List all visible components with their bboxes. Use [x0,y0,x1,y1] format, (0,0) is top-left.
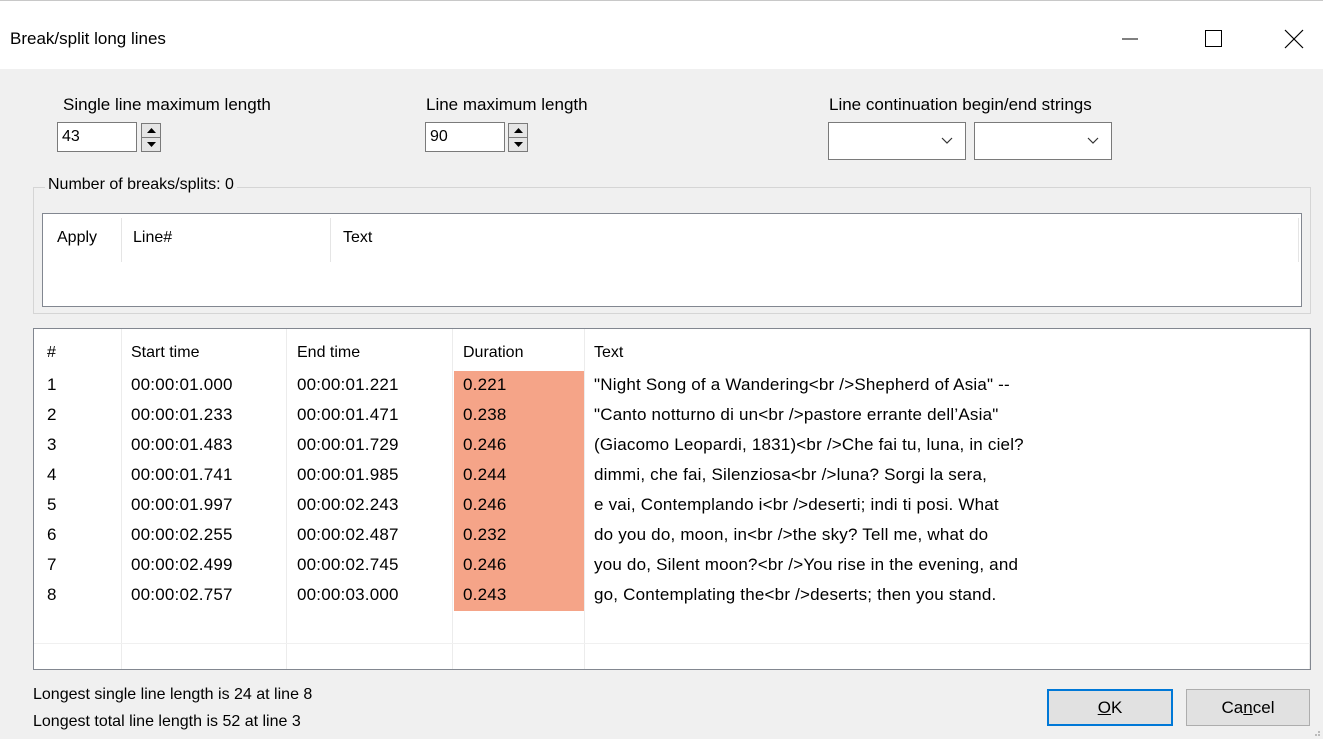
row-end-time: 00:00:02.243 [297,495,399,514]
row-number: 6 [47,525,57,544]
breaks-col-apply[interactable]: Apply [57,229,97,247]
window-title: Break/split long lines [10,29,166,48]
line-max-input[interactable]: 90 [425,122,505,152]
row-number: 8 [47,585,57,604]
row-end-time: 00:00:01.729 [297,435,399,454]
row-text: e vai, Contemplando i<br />deserti; indi… [594,495,999,514]
grid-col-number[interactable]: # [47,344,56,362]
longest-total-line-status: Longest total line length is 52 at line … [33,713,301,730]
table-row[interactable]: 3 00:00:01.483 00:00:01.729 0.246 (Giaco… [34,431,1310,461]
row-duration: 0.246 [463,555,507,574]
row-duration: 0.243 [463,585,507,604]
row-number: 3 [47,435,57,454]
ok-button[interactable]: OK [1047,689,1173,726]
table-row[interactable]: 8 00:00:02.757 00:00:03.000 0.243 go, Co… [34,581,1310,611]
column-divider [330,218,331,262]
row-start-time: 00:00:01.483 [131,435,233,454]
row-number: 5 [47,495,57,514]
row-text: "Night Song of a Wandering<br />Shepherd… [594,375,1010,394]
column-divider [1298,218,1299,262]
grid-col-end-time[interactable]: End time [297,344,360,362]
table-row[interactable]: 1 00:00:01.000 00:00:01.221 0.221 "Night… [34,371,1310,401]
row-end-time: 00:00:02.487 [297,525,399,544]
spin-up-icon[interactable] [142,124,160,137]
empty-row-divider [34,643,1310,644]
single-line-max-input[interactable]: 43 [57,122,137,152]
row-end-time: 00:00:02.745 [297,555,399,574]
single-line-max-spinner[interactable] [141,123,161,152]
close-button[interactable] [1271,19,1317,59]
resize-grip-icon[interactable] [1311,727,1321,737]
table-row[interactable]: 2 00:00:01.233 00:00:01.471 0.238 "Canto… [34,401,1310,431]
row-text: go, Contemplating the<br />deserts; then… [594,585,997,604]
row-text: you do, Silent moon?<br />You rise in th… [594,555,1019,574]
row-number: 1 [47,375,57,394]
continuation-end-select[interactable] [974,122,1112,160]
single-line-max-label: Single line maximum length [63,95,271,114]
row-duration: 0.246 [463,495,507,514]
grid-col-start-time[interactable]: Start time [131,344,199,362]
spin-down-icon[interactable] [142,137,160,151]
breaks-col-text[interactable]: Text [343,229,372,247]
chevron-down-icon [941,137,953,144]
row-end-time: 00:00:01.985 [297,465,399,484]
cancel-button[interactable]: Ca n cel [1186,689,1310,726]
line-max-label: Line maximum length [426,95,588,114]
grid-col-text[interactable]: Text [594,344,623,362]
column-divider [121,218,122,262]
row-start-time: 00:00:01.000 [131,375,233,394]
continuation-begin-select[interactable] [828,122,966,160]
minimize-icon [1122,38,1138,40]
row-end-time: 00:00:03.000 [297,585,399,604]
table-row[interactable]: 5 00:00:01.997 00:00:02.243 0.246 e vai,… [34,491,1310,521]
row-start-time: 00:00:01.741 [131,465,233,484]
row-duration: 0.221 [463,375,507,394]
row-duration: 0.246 [463,435,507,454]
spin-up-icon[interactable] [509,124,527,137]
row-number: 2 [47,405,57,424]
maximize-button[interactable] [1191,19,1237,59]
row-number: 7 [47,555,57,574]
subtitle-grid[interactable]: # Start time End time Duration Text 1 00… [33,328,1311,670]
continuation-label: Line continuation begin/end strings [829,95,1092,114]
maximize-icon [1205,30,1222,47]
row-end-time: 00:00:01.221 [297,375,399,394]
row-start-time: 00:00:01.233 [131,405,233,424]
row-text: (Giacomo Leopardi, 1831)<br />Che fai tu… [594,435,1024,454]
row-duration: 0.232 [463,525,507,544]
row-duration: 0.244 [463,465,507,484]
table-row[interactable]: 6 00:00:02.255 00:00:02.487 0.232 do you… [34,521,1310,551]
longest-single-line-status: Longest single line length is 24 at line… [33,686,313,703]
table-row[interactable]: 4 00:00:01.741 00:00:01.985 0.244 dimmi,… [34,461,1310,491]
row-text: dimmi, che fai, Silenziosa<br />luna? So… [594,465,988,484]
row-start-time: 00:00:02.499 [131,555,233,574]
title-bar: Break/split long lines [0,0,1323,69]
row-end-time: 00:00:01.471 [297,405,399,424]
minimize-button[interactable] [1107,19,1153,59]
row-text: "Canto notturno di un<br />pastore erran… [594,405,999,424]
close-icon [1284,29,1304,49]
grid-col-duration[interactable]: Duration [463,344,523,362]
row-start-time: 00:00:02.757 [131,585,233,604]
breaks-list[interactable]: Apply Line# Text [42,213,1302,307]
spin-down-icon[interactable] [509,137,527,151]
row-duration: 0.238 [463,405,507,424]
table-row[interactable]: 7 00:00:02.499 00:00:02.745 0.246 you do… [34,551,1310,581]
row-text: do you do, moon, in<br />the sky? Tell m… [594,525,989,544]
row-start-time: 00:00:02.255 [131,525,233,544]
row-number: 4 [47,465,57,484]
row-start-time: 00:00:01.997 [131,495,233,514]
line-max-spinner[interactable] [508,123,528,152]
breaks-col-line[interactable]: Line# [133,229,172,247]
chevron-down-icon [1087,137,1099,144]
breaks-count-label: Number of breaks/splits: 0 [45,176,237,194]
